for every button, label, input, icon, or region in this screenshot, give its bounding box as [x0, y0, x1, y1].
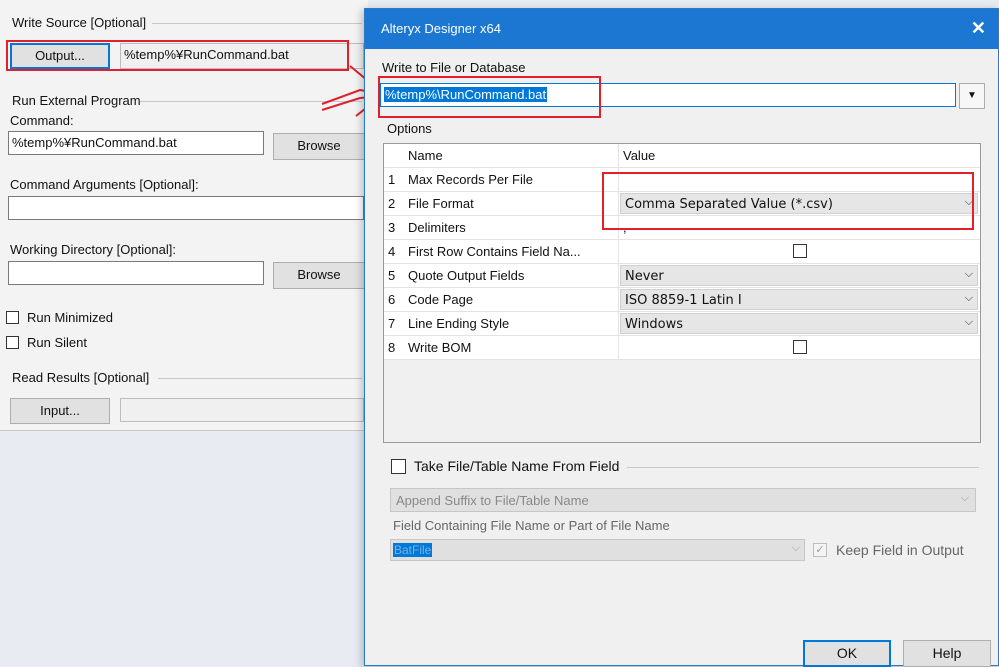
table-row[interactable]: 7 Line Ending Style Windows ⌵ — [384, 312, 980, 336]
row-name: Code Page — [408, 292, 474, 307]
table-row[interactable]: 5 Quote Output Fields Never ⌵ — [384, 264, 980, 288]
dialog-title-bar: Alteryx Designer x64 ✕ — [365, 9, 998, 49]
row-name: First Row Contains Field Na... — [408, 244, 581, 259]
code-page-cell: ISO 8859-1 Latin I ⌵ — [618, 288, 980, 311]
row-name: Max Records Per File — [408, 172, 533, 187]
field-name-value: BatFile — [393, 543, 433, 557]
highlight-box-file-format — [602, 172, 974, 230]
line-ending-cell: Windows ⌵ — [618, 312, 980, 335]
row-number: 6 — [388, 292, 396, 307]
input-button[interactable]: Input... — [10, 398, 110, 424]
row-number: 8 — [388, 340, 396, 355]
command-label: Command: — [10, 113, 74, 128]
dialog-title: Alteryx Designer x64 — [381, 21, 501, 36]
command-args-label: Command Arguments [Optional]: — [10, 177, 199, 192]
run-silent-checkbox[interactable] — [6, 336, 19, 349]
keep-field-checkbox[interactable]: ✓ — [813, 543, 827, 557]
row-name: Write BOM — [408, 340, 472, 355]
write-bom-checkbox[interactable] — [793, 340, 807, 354]
quote-output-value: Never — [625, 269, 664, 284]
row-name: Quote Output Fields — [408, 268, 525, 283]
read-results-label: Read Results [Optional] — [12, 370, 150, 385]
row-number: 3 — [388, 220, 396, 235]
section-divider — [627, 467, 979, 468]
section-divider — [158, 378, 362, 379]
field-containing-label: Field Containing File Name or Part of Fi… — [393, 518, 670, 533]
working-dir-input[interactable] — [8, 261, 264, 285]
working-dir-label: Working Directory [Optional]: — [10, 242, 176, 257]
section-divider — [152, 23, 362, 24]
row-number: 5 — [388, 268, 396, 283]
line-ending-value: Windows — [625, 317, 684, 332]
ok-button[interactable]: OK — [803, 640, 891, 667]
field-name-dropdown[interactable]: BatFile ⌵ — [390, 539, 805, 561]
keep-field-label: Keep Field in Output — [836, 542, 964, 558]
column-value-header: Value — [623, 148, 656, 163]
append-suffix-dropdown[interactable]: Append Suffix to File/Table Name ⌵ — [390, 488, 976, 512]
highlight-box-output — [6, 40, 349, 71]
run-minimized-label: Run Minimized — [27, 310, 113, 325]
table-row[interactable]: 8 Write BOM — [384, 336, 980, 360]
quote-output-cell: Never ⌵ — [618, 264, 980, 287]
code-page-dropdown[interactable]: ISO 8859-1 Latin I ⌵ — [620, 289, 978, 310]
grid-header: Name Value — [384, 144, 980, 168]
help-button[interactable]: Help — [903, 640, 991, 667]
write-to-label: Write to File or Database — [382, 60, 526, 75]
chevron-down-icon: ⌵ — [964, 316, 973, 328]
close-icon[interactable]: ✕ — [971, 18, 986, 38]
chevron-down-icon: ⌵ — [964, 268, 973, 280]
first-row-checkbox[interactable] — [793, 244, 807, 258]
run-minimized-checkbox[interactable] — [6, 311, 19, 324]
column-name-header: Name — [408, 148, 443, 163]
quote-output-dropdown[interactable]: Never ⌵ — [620, 265, 978, 286]
chevron-down-icon: ⌵ — [791, 542, 800, 554]
command-browse-button[interactable]: Browse — [273, 133, 365, 160]
options-label: Options — [387, 121, 432, 136]
chevron-down-icon: ⌵ — [964, 292, 973, 304]
chevron-down-icon: ⌵ — [960, 492, 969, 504]
write-source-label: Write Source [Optional] — [12, 15, 147, 30]
line-ending-dropdown[interactable]: Windows ⌵ — [620, 313, 978, 334]
write-bom-cell — [618, 336, 980, 359]
command-args-input[interactable] — [8, 196, 364, 220]
take-file-label: Take File/Table Name From Field — [414, 458, 620, 474]
chevron-down-icon[interactable]: ▼ — [959, 83, 985, 109]
first-row-cell — [618, 240, 980, 263]
table-row[interactable]: 6 Code Page ISO 8859-1 Latin I ⌵ — [384, 288, 980, 312]
input-path-field — [120, 398, 364, 422]
append-suffix-value: Append Suffix to File/Table Name — [396, 493, 589, 508]
command-input[interactable]: %temp%¥RunCommand.bat — [8, 131, 264, 155]
row-number: 7 — [388, 316, 396, 331]
working-dir-browse-button[interactable]: Browse — [273, 262, 365, 289]
row-number: 1 — [388, 172, 396, 187]
row-number: 2 — [388, 196, 396, 211]
table-row[interactable]: 4 First Row Contains Field Na... — [384, 240, 980, 264]
row-name: Line Ending Style — [408, 316, 510, 331]
row-name: Delimiters — [408, 220, 466, 235]
run-external-label: Run External Program — [12, 93, 141, 108]
row-number: 4 — [388, 244, 396, 259]
row-name: File Format — [408, 196, 474, 211]
take-file-checkbox[interactable] — [391, 459, 406, 474]
run-silent-label: Run Silent — [27, 335, 87, 350]
highlight-box-path — [378, 76, 601, 118]
code-page-value: ISO 8859-1 Latin I — [625, 293, 742, 308]
value-header-cell: Value — [618, 144, 980, 167]
